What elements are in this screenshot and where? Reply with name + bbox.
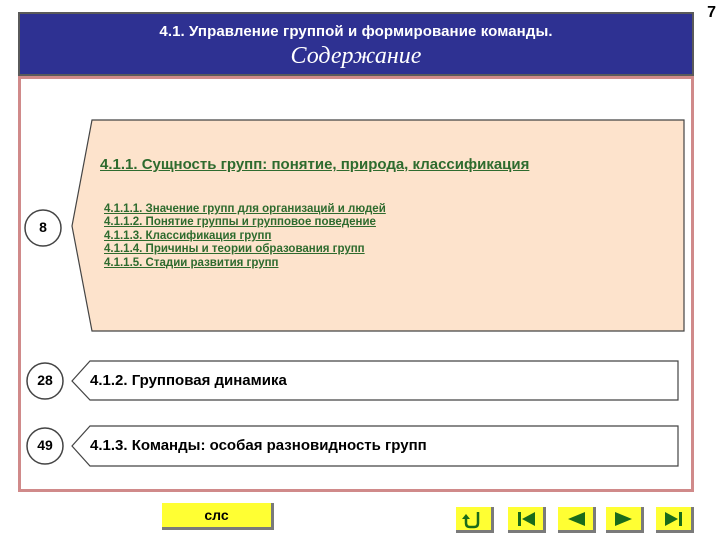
section-page-number-1[interactable]: 8	[25, 219, 61, 235]
last-page-button[interactable]	[656, 507, 694, 533]
first-page-button[interactable]	[508, 507, 546, 533]
section-page-number-2[interactable]: 28	[27, 372, 63, 388]
next-icon	[615, 512, 632, 526]
previous-icon	[568, 512, 585, 526]
previous-button[interactable]	[558, 507, 596, 533]
subsection-link[interactable]: 4.1.1.5. Стадии развития групп	[104, 257, 386, 270]
section-link-4-1-2[interactable]: 4.1.2. Групповая динамика	[90, 372, 287, 389]
subsection-link[interactable]: 4.1.1.3. Классификация групп	[104, 230, 386, 243]
section-link-4-1-3[interactable]: 4.1.3. Команды: особая разновидность гру…	[90, 437, 427, 454]
next-button[interactable]	[606, 507, 644, 533]
subsection-link[interactable]: 4.1.1.2. Понятие группы и групповое пове…	[104, 216, 386, 229]
subsection-link[interactable]: 4.1.1.4. Причины и теории образования гр…	[104, 243, 386, 256]
section-link-4-1-1[interactable]: 4.1.1. Сущность групп: понятие, природа,…	[100, 156, 529, 173]
subsection-list: 4.1.1.1. Значение групп для организаций …	[104, 203, 386, 270]
return-icon	[462, 512, 480, 529]
return-button[interactable]	[456, 507, 494, 533]
last-page-icon	[665, 512, 682, 526]
subsection-link[interactable]: 4.1.1.1. Значение групп для организаций …	[104, 203, 386, 216]
section-page-number-3[interactable]: 49	[27, 437, 63, 453]
first-page-icon	[518, 512, 535, 526]
sls-button[interactable]: слс	[162, 503, 274, 530]
